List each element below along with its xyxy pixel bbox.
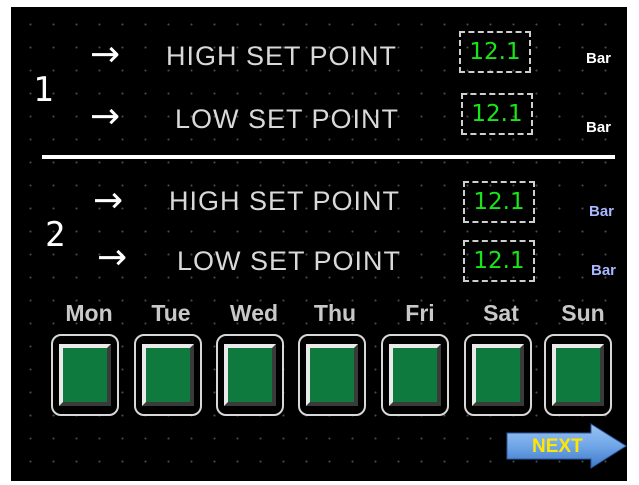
group-1-high-set-point-field[interactable]: 12.1 xyxy=(459,31,531,73)
group-2-low-set-point-label: LOW SET POINT xyxy=(177,246,402,276)
day-button-sat[interactable] xyxy=(464,334,532,416)
group-2-low-unit: Bar xyxy=(591,262,617,279)
day-label-sun: Sun xyxy=(561,300,605,326)
right-arrow-icon: → xyxy=(90,96,121,137)
day-label-mon: Mon xyxy=(65,300,113,326)
day-button-sun[interactable] xyxy=(544,334,612,416)
group-1-high-unit: Bar xyxy=(586,50,612,67)
right-arrow-icon: → xyxy=(93,180,124,221)
day-button-thu[interactable] xyxy=(298,334,366,416)
day-label-fri: Fri xyxy=(405,300,435,326)
day-label-sat: Sat xyxy=(483,300,519,326)
right-arrow-icon: → xyxy=(90,34,121,75)
day-label-wed: Wed xyxy=(229,300,279,326)
day-button-fri[interactable] xyxy=(381,334,449,416)
next-button[interactable]: NEXT xyxy=(505,423,627,469)
day-label-thu: Thu xyxy=(313,300,357,326)
day-button-mon[interactable] xyxy=(51,334,119,416)
group-2-high-set-point-field[interactable]: 12.1 xyxy=(463,181,535,223)
group-2-low-set-point-field[interactable]: 12.1 xyxy=(463,240,535,282)
hmi-screen: 1 → HIGH SET POINT 12.1 Bar → LOW SET PO… xyxy=(11,7,627,481)
group-1-low-unit: Bar xyxy=(586,119,612,136)
group-1-number: 1 xyxy=(33,70,54,110)
section-divider xyxy=(42,155,615,159)
group-1-low-set-point-label: LOW SET POINT xyxy=(175,104,400,134)
group-2-high-unit: Bar xyxy=(589,203,615,220)
group-2-high-set-point-label: HIGH SET POINT xyxy=(169,186,401,216)
day-label-tue: Tue xyxy=(151,300,191,326)
next-button-label: NEXT xyxy=(532,436,583,457)
day-button-tue[interactable] xyxy=(134,334,202,416)
group-2-number: 2 xyxy=(45,215,66,255)
day-button-wed[interactable] xyxy=(216,334,284,416)
group-1-low-set-point-field[interactable]: 12.1 xyxy=(461,93,533,135)
right-arrow-icon: → xyxy=(97,237,128,278)
group-1-high-set-point-label: HIGH SET POINT xyxy=(166,41,398,71)
